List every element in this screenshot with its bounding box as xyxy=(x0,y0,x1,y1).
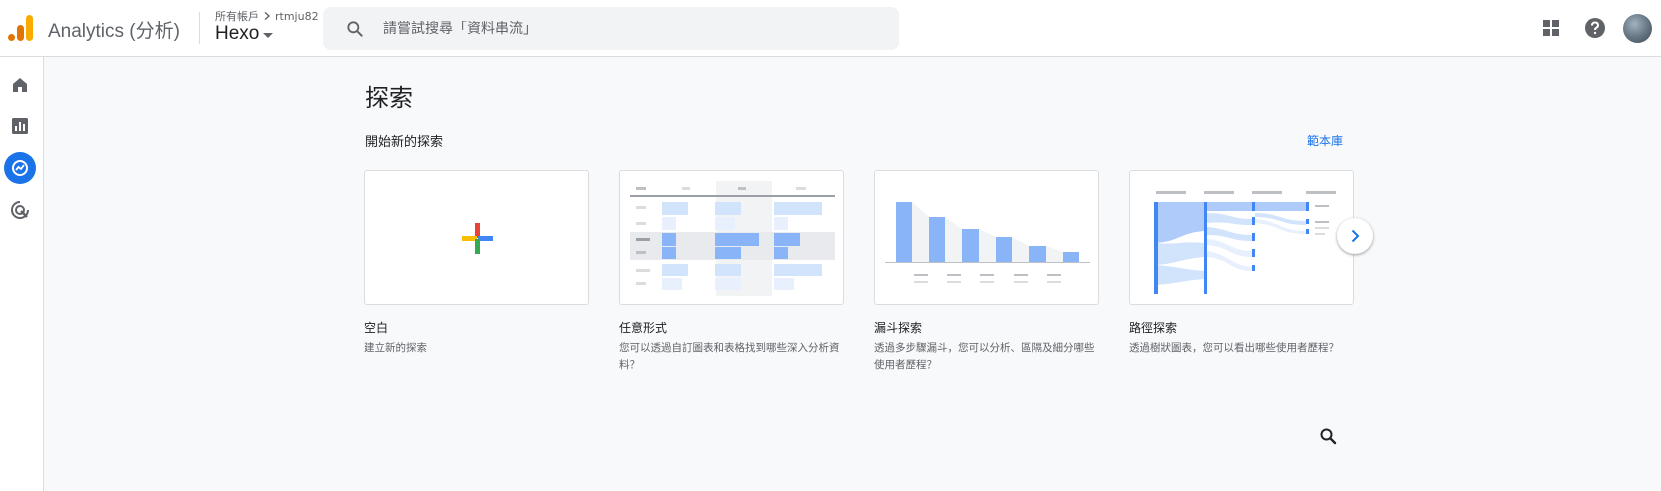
advertising-icon xyxy=(11,201,29,219)
explore-icon xyxy=(12,160,28,176)
card-thumbnail xyxy=(364,170,589,305)
card-free-form[interactable]: 任意形式 您可以透過自訂圖表和表格找到哪些深入分析資料？ xyxy=(619,170,844,374)
account-name: rtmju82 xyxy=(275,9,319,23)
card-description: 透過樹狀圖表，您可以看出哪些使用者歷程？ xyxy=(1129,342,1339,354)
card-thumbnail xyxy=(874,170,1099,305)
chevron-right-icon xyxy=(264,11,271,21)
header-divider xyxy=(199,12,200,44)
nav-home[interactable] xyxy=(4,69,36,101)
template-gallery-link[interactable]: 範本庫 xyxy=(1307,132,1343,149)
account-breadcrumb[interactable]: 所有帳戶 rtmju82 xyxy=(215,8,319,24)
card-blank[interactable]: 空白 建立新的探索 xyxy=(364,170,589,357)
card-name: 任意形式 xyxy=(619,321,668,335)
card-funnel-exploration[interactable]: 漏斗探索 透過多步驟漏斗，您可以分析、區隔及細分哪些使用者歷程？ xyxy=(874,170,1099,374)
search-icon xyxy=(347,20,363,37)
bar-chart-icon xyxy=(12,118,28,134)
path-thumbnail xyxy=(1154,191,1336,294)
card-description: 建立新的探索 xyxy=(364,342,427,354)
user-avatar[interactable] xyxy=(1623,14,1652,43)
home-icon xyxy=(13,78,27,92)
search-input[interactable] xyxy=(383,20,863,37)
card-name: 空白 xyxy=(364,321,389,335)
property-name: Hexo xyxy=(215,23,260,44)
card-description: 透過多步驟漏斗，您可以分析、區隔及細分哪些使用者歷程？ xyxy=(874,342,1095,371)
help-icon[interactable] xyxy=(1583,16,1607,40)
search-icon[interactable] xyxy=(1317,425,1339,447)
app-title: Analytics (分析) xyxy=(48,21,180,42)
top-app-bar: Analytics (分析) 所有帳戶 rtmju82 Hexo xyxy=(0,0,1661,57)
card-thumbnail xyxy=(619,170,844,305)
account-label: 所有帳戶 xyxy=(215,10,259,23)
card-thumbnail xyxy=(1129,170,1354,305)
chevron-right-icon xyxy=(1351,229,1360,243)
property-selector[interactable]: Hexo xyxy=(215,23,274,45)
plus-icon xyxy=(462,223,493,254)
analytics-logo-icon[interactable] xyxy=(8,14,34,42)
nav-reports[interactable] xyxy=(4,110,36,142)
page-title: 探索 xyxy=(365,84,413,112)
free-form-thumbnail xyxy=(630,181,835,296)
carousel-next-button[interactable] xyxy=(1337,218,1373,254)
left-nav-rail xyxy=(0,57,44,491)
caret-down-icon xyxy=(263,32,274,38)
funnel-thumbnail xyxy=(885,202,1090,283)
card-path-exploration[interactable]: 路徑探索 透過樹狀圖表，您可以看出哪些使用者歷程？ xyxy=(1129,170,1354,357)
card-description: 您可以透過自訂圖表和表格找到哪些深入分析資料？ xyxy=(619,342,840,371)
card-name: 路徑探索 xyxy=(1129,321,1178,335)
section-title: 開始新的探索 xyxy=(365,135,444,150)
nav-advertising[interactable] xyxy=(4,194,36,226)
apps-grid-icon[interactable] xyxy=(1539,16,1563,40)
search-bar[interactable] xyxy=(323,7,899,50)
nav-explore[interactable] xyxy=(4,152,36,184)
card-name: 漏斗探索 xyxy=(874,321,923,335)
